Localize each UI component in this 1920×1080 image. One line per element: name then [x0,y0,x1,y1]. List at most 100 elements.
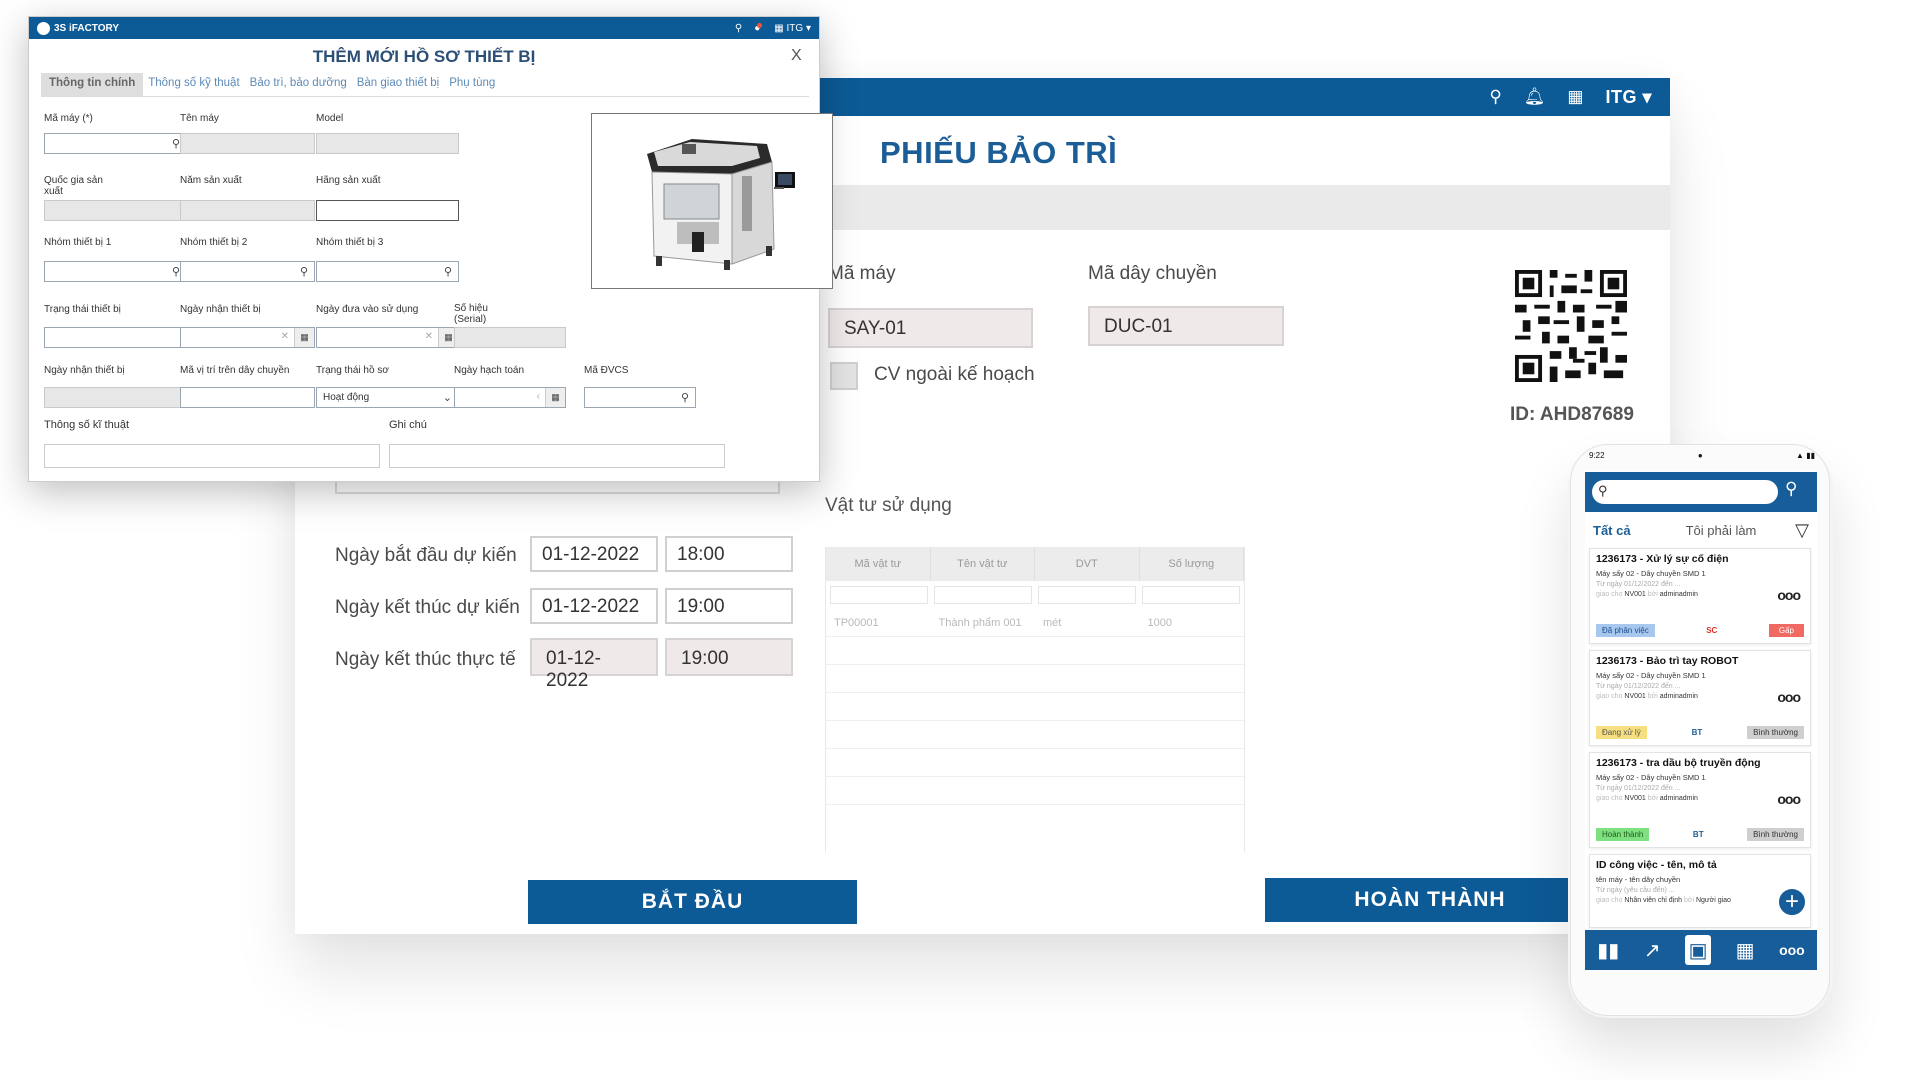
search-icon[interactable]: ⚲ [681,391,689,404]
close-button[interactable]: X [791,47,802,65]
received-date-field[interactable]: ✕ ▦ [180,327,315,348]
end-actual-date-field[interactable]: 01-12-2022 [530,638,658,691]
task-card[interactable]: 1236173 - Bảo trì tay ROBOT Máy sấy 02 -… [1589,650,1811,746]
task-card[interactable]: 1236173 - tra dầu bộ truyền động Máy sấy… [1589,752,1811,848]
filter-input[interactable] [830,586,928,604]
modal-tabs: Thông tin chính Thông số kỹ thuật Bảo tr… [41,73,809,97]
received-date-2-field[interactable] [44,387,187,408]
line-chart-icon[interactable]: ↗ [1644,938,1661,963]
calendar-icon[interactable]: ▦ [1736,938,1755,963]
phone-bottom-nav: ▮▮ ↗ ▣ ▦ ooo [1585,930,1817,970]
add-task-button[interactable]: + [1777,887,1807,917]
unit-code-field[interactable]: ⚲ [584,387,696,408]
tab-maintenance[interactable]: Bảo trì, bảo dưỡng [245,73,352,96]
task-machine: Máy sấy 02 - Dây chuyền SMD 1 [1596,671,1706,680]
end-actual-time-field[interactable]: 19:00 [665,638,793,676]
search-icon[interactable]: ⚲ [735,23,742,34]
bell-icon[interactable]: ⚲ [1785,479,1797,499]
manufacturer-field[interactable] [316,200,459,221]
serial-field[interactable] [454,327,566,348]
tab-my-tasks[interactable]: Tôi phải làm [1686,523,1757,538]
calendar-icon[interactable]: ▦ [294,328,314,347]
record-status-select[interactable]: Hoạt động ⌄ [316,387,459,408]
status-badge: Đã phân việc [1596,623,1655,637]
tab-spare-parts[interactable]: Phụ tùng [444,73,500,96]
table-cell: 1000 [1147,616,1172,629]
accounting-date-field[interactable]: ‹ ▦ [454,387,566,408]
table-cell: Thành phẩm 001 [938,616,1022,629]
start-planned-time-field[interactable]: 18:00 [665,536,793,572]
task-machine: Máy sấy 02 - Dây chuyền SMD 1 [1596,569,1706,578]
assign-prefix: giao cho [1596,693,1623,700]
more-icon[interactable]: ooo [1777,791,1801,807]
filter-input[interactable] [1142,586,1240,604]
task-title: 1236173 - Bảo trì tay ROBOT [1596,655,1739,667]
tab-all[interactable]: Tất cả [1593,523,1631,538]
line-code-field[interactable]: DUC-01 [1088,306,1284,346]
search-icon[interactable]: ⚲ [172,137,180,150]
model-field[interactable] [316,133,459,154]
modal-title: THÊM MỚI HỒ SƠ THIẾT BỊ [312,47,536,66]
page-title: PHIẾU BẢO TRÌ [880,135,1118,170]
search-icon[interactable]: ⚲ [444,265,452,278]
end-planned-time-field[interactable]: 19:00 [665,588,793,624]
search-icon[interactable]: ⚲ [172,265,180,278]
search-icon[interactable]: ⚲ [300,265,308,278]
pick-and-place-machine-icon [647,139,795,270]
filter-input[interactable] [1038,586,1136,604]
calendar-icon[interactable]: ▦ [545,388,565,407]
task-card[interactable]: 1236173 - Xử lý sự cố điện Máy sấy 02 - … [1589,548,1811,644]
task-card-template[interactable]: ID công việc - tên, mô tả tên máy - tên … [1589,854,1811,928]
machine-code-field[interactable]: SAY-01 [828,308,1033,348]
assigner: adminadmin [1659,591,1698,598]
more-icon[interactable]: ooo [1779,942,1805,958]
assignee: NV001 [1624,693,1646,700]
bell-icon[interactable]: ● [754,22,763,34]
tab-handover[interactable]: Bàn giao thiết bị [352,73,444,96]
year-field[interactable] [180,200,315,221]
column-header[interactable]: Số lượng [1140,547,1244,581]
end-planned-date-field[interactable]: 01-12-2022 [530,588,658,624]
status-badge: Đang xử lý [1596,725,1647,739]
bell-icon[interactable]: 🔔︎ [1524,87,1546,107]
unplanned-work-checkbox[interactable] [830,362,858,390]
more-icon[interactable]: ooo [1777,587,1801,603]
column-header[interactable]: DVT [1035,547,1140,581]
clear-icon[interactable]: ✕ [281,331,289,342]
phone-search-input[interactable]: ⚲ [1592,480,1778,504]
tab-main-info[interactable]: Thông tin chính [41,73,144,96]
country-field[interactable] [44,200,187,221]
group1-field[interactable]: ⚲ [44,261,187,282]
start-planned-date-field[interactable]: 01-12-2022 [530,536,658,572]
notes-field[interactable] [389,444,725,468]
grid-icon[interactable]: ▦ [1567,87,1583,107]
machine-code-field[interactable]: ⚲ [44,133,187,154]
search-icon[interactable]: ⚲ [1489,87,1501,107]
start-button[interactable]: BẮT ĐẦU [528,880,857,924]
tab-specs[interactable]: Thông số kỹ thuật [143,73,244,96]
filter-input[interactable] [934,586,1032,604]
bar-chart-icon[interactable]: ▮▮ [1597,938,1619,963]
clear-icon[interactable]: ‹ [537,391,540,402]
qr-scan-icon[interactable]: ▣ [1685,935,1712,965]
machine-code-label: Mã máy (*) [44,113,93,124]
user-menu[interactable]: ▦ ITG ▾ [774,23,811,34]
machine-name-field[interactable] [180,133,315,154]
specs-field[interactable] [44,444,380,468]
user-menu[interactable]: ITG ▾ [1605,87,1652,108]
in-use-date-field[interactable]: ✕ ▦ [316,327,459,348]
device-status-field[interactable] [44,327,187,348]
position-code-field[interactable] [180,387,315,408]
battery-icon: ▲ ▮▮ [1796,450,1815,460]
status-time: 9:22 [1589,450,1605,460]
machine-image[interactable] [591,113,833,289]
more-icon[interactable]: ooo [1777,689,1801,705]
table-row[interactable]: TP00001 Thành phẩm 001 mét 1000 [826,609,1244,637]
group2-field[interactable]: ⚲ [180,261,315,282]
column-header[interactable]: Mã vật tư [826,547,931,581]
clear-icon[interactable]: ✕ [425,331,433,342]
finish-button[interactable]: HOÀN THÀNH [1265,878,1595,922]
group3-field[interactable]: ⚲ [316,261,459,282]
filter-icon[interactable]: ▽ [1795,520,1809,541]
column-header[interactable]: Tên vật tư [931,547,1035,581]
